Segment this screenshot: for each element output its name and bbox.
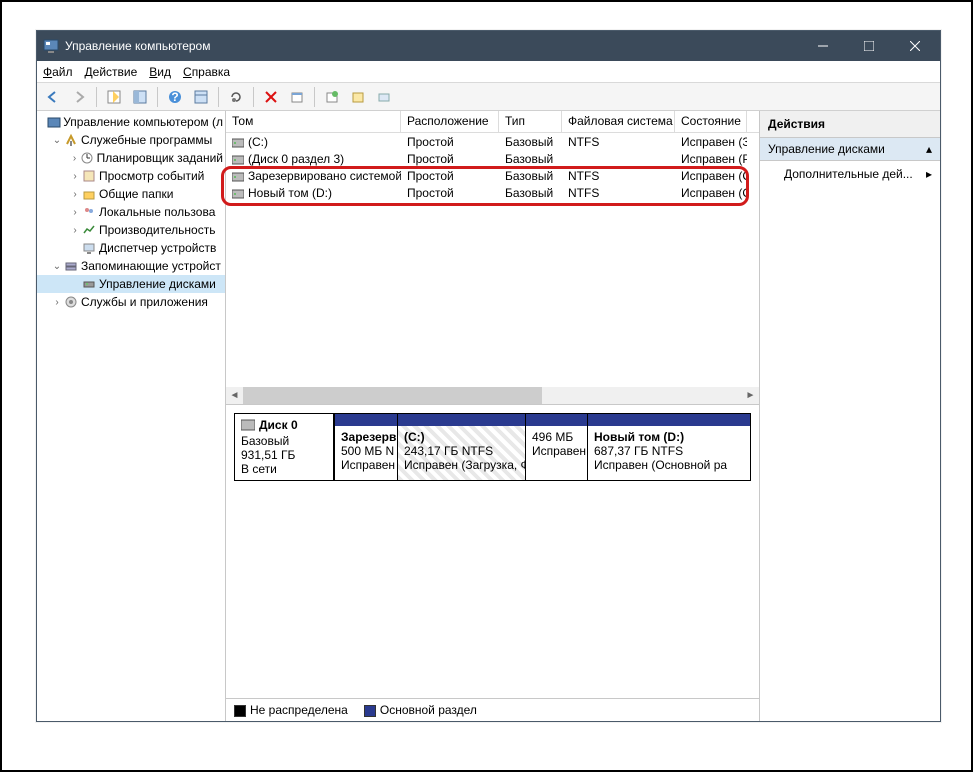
col-type[interactable]: Тип — [499, 111, 562, 132]
toolbar-icon[interactable] — [372, 85, 396, 109]
toolbar-icon[interactable] — [320, 85, 344, 109]
toolbar-icon[interactable] — [189, 85, 213, 109]
partition[interactable]: (C:) 243,17 ГБ NTFS Исправен (Загрузка, … — [398, 413, 526, 481]
tree-services[interactable]: ›Службы и приложения — [37, 293, 225, 311]
volume-list: Том Расположение Тип Файловая система Со… — [226, 111, 759, 405]
refresh-icon[interactable] — [224, 85, 248, 109]
toolbar-icon[interactable] — [128, 85, 152, 109]
toolbar-icon[interactable] — [346, 85, 370, 109]
app-window: Управление компьютером Файл Действие Вид… — [36, 30, 941, 722]
volume-row[interactable]: Новый том (D:) Простой Базовый NTFS Испр… — [226, 184, 759, 201]
title-bar[interactable]: Управление компьютером — [37, 31, 940, 61]
volume-rows: (C:) Простой Базовый NTFS Исправен (З (Д… — [226, 133, 759, 387]
partition[interactable]: Новый том (D:) 687,37 ГБ NTFS Исправен (… — [588, 413, 751, 481]
horizontal-scrollbar[interactable]: ◄ ► — [226, 387, 759, 404]
legend: Не распределена Основной раздел — [226, 698, 759, 721]
chevron-right-icon: ▸ — [926, 167, 932, 181]
window-title: Управление компьютером — [65, 39, 800, 53]
menu-view[interactable]: Вид — [149, 65, 171, 79]
disk-row[interactable]: Диск 0 Базовый 931,51 ГБ В сети Зарезерв… — [226, 405, 759, 489]
svg-text:?: ? — [171, 90, 178, 104]
col-status[interactable]: Состояние — [675, 111, 747, 132]
scroll-left-icon[interactable]: ◄ — [226, 387, 243, 404]
toolbar-icon[interactable] — [285, 85, 309, 109]
delete-icon[interactable] — [259, 85, 283, 109]
tree-eventviewer[interactable]: ›Просмотр событий — [37, 167, 225, 185]
tree-diskmgmt[interactable]: Управление дисками — [37, 275, 225, 293]
actions-more[interactable]: Дополнительные дей... ▸ — [760, 161, 940, 187]
navigation-tree[interactable]: Управление компьютером (л ⌄Служебные про… — [37, 111, 226, 721]
col-filesystem[interactable]: Файловая система — [562, 111, 675, 132]
maximize-button[interactable] — [846, 31, 892, 61]
menu-file[interactable]: Файл — [43, 65, 73, 79]
legend-swatch-primary — [364, 705, 376, 717]
partition[interactable]: 496 МБ Исправен — [526, 413, 588, 481]
tree-shared[interactable]: ›Общие папки — [37, 185, 225, 203]
disk-graphical-view: Диск 0 Базовый 931,51 ГБ В сети Зарезерв… — [226, 405, 759, 721]
actions-section[interactable]: Управление дисками ▴ — [760, 138, 940, 161]
help-icon[interactable]: ? — [163, 85, 187, 109]
tree-root[interactable]: Управление компьютером (л — [37, 113, 225, 131]
tree-perf[interactable]: ›Производительность — [37, 221, 225, 239]
collapse-icon[interactable]: ▴ — [926, 142, 932, 156]
toolbar: ? — [37, 83, 940, 111]
partition[interactable]: Зарезерв 500 МБ N Исправен — [334, 413, 398, 481]
forward-button[interactable] — [67, 85, 91, 109]
volume-row[interactable]: (Диск 0 раздел 3) Простой Базовый Исправ… — [226, 150, 759, 167]
back-button[interactable] — [41, 85, 65, 109]
toolbar-icon[interactable] — [102, 85, 126, 109]
scroll-thumb[interactable] — [243, 387, 542, 404]
center-pane: Том Расположение Тип Файловая система Со… — [226, 111, 760, 721]
actions-pane: Действия Управление дисками ▴ Дополнител… — [760, 111, 940, 721]
col-volume[interactable]: Том — [226, 111, 401, 132]
legend-swatch-unallocated — [234, 705, 246, 717]
menu-help[interactable]: Справка — [183, 65, 230, 79]
tree-utilities[interactable]: ⌄Служебные программы — [37, 131, 225, 149]
close-button[interactable] — [892, 31, 938, 61]
tree-localusers[interactable]: ›Локальные пользова — [37, 203, 225, 221]
actions-header: Действия — [760, 111, 940, 138]
volume-row[interactable]: Зарезервировано системой Простой Базовый… — [226, 167, 759, 184]
disk-info[interactable]: Диск 0 Базовый 931,51 ГБ В сети — [234, 413, 334, 481]
col-layout[interactable]: Расположение — [401, 111, 499, 132]
minimize-button[interactable] — [800, 31, 846, 61]
column-headers[interactable]: Том Расположение Тип Файловая система Со… — [226, 111, 759, 133]
tree-devmgr[interactable]: Диспетчер устройств — [37, 239, 225, 257]
menu-action[interactable]: Действие — [85, 65, 138, 79]
volume-row[interactable]: (C:) Простой Базовый NTFS Исправен (З — [226, 133, 759, 150]
tree-scheduler[interactable]: ›Планировщик заданий — [37, 149, 225, 167]
tree-storage[interactable]: ⌄Запоминающие устройст — [37, 257, 225, 275]
menu-bar: Файл Действие Вид Справка — [37, 61, 940, 83]
app-icon — [43, 38, 59, 54]
scroll-right-icon[interactable]: ► — [742, 387, 759, 404]
